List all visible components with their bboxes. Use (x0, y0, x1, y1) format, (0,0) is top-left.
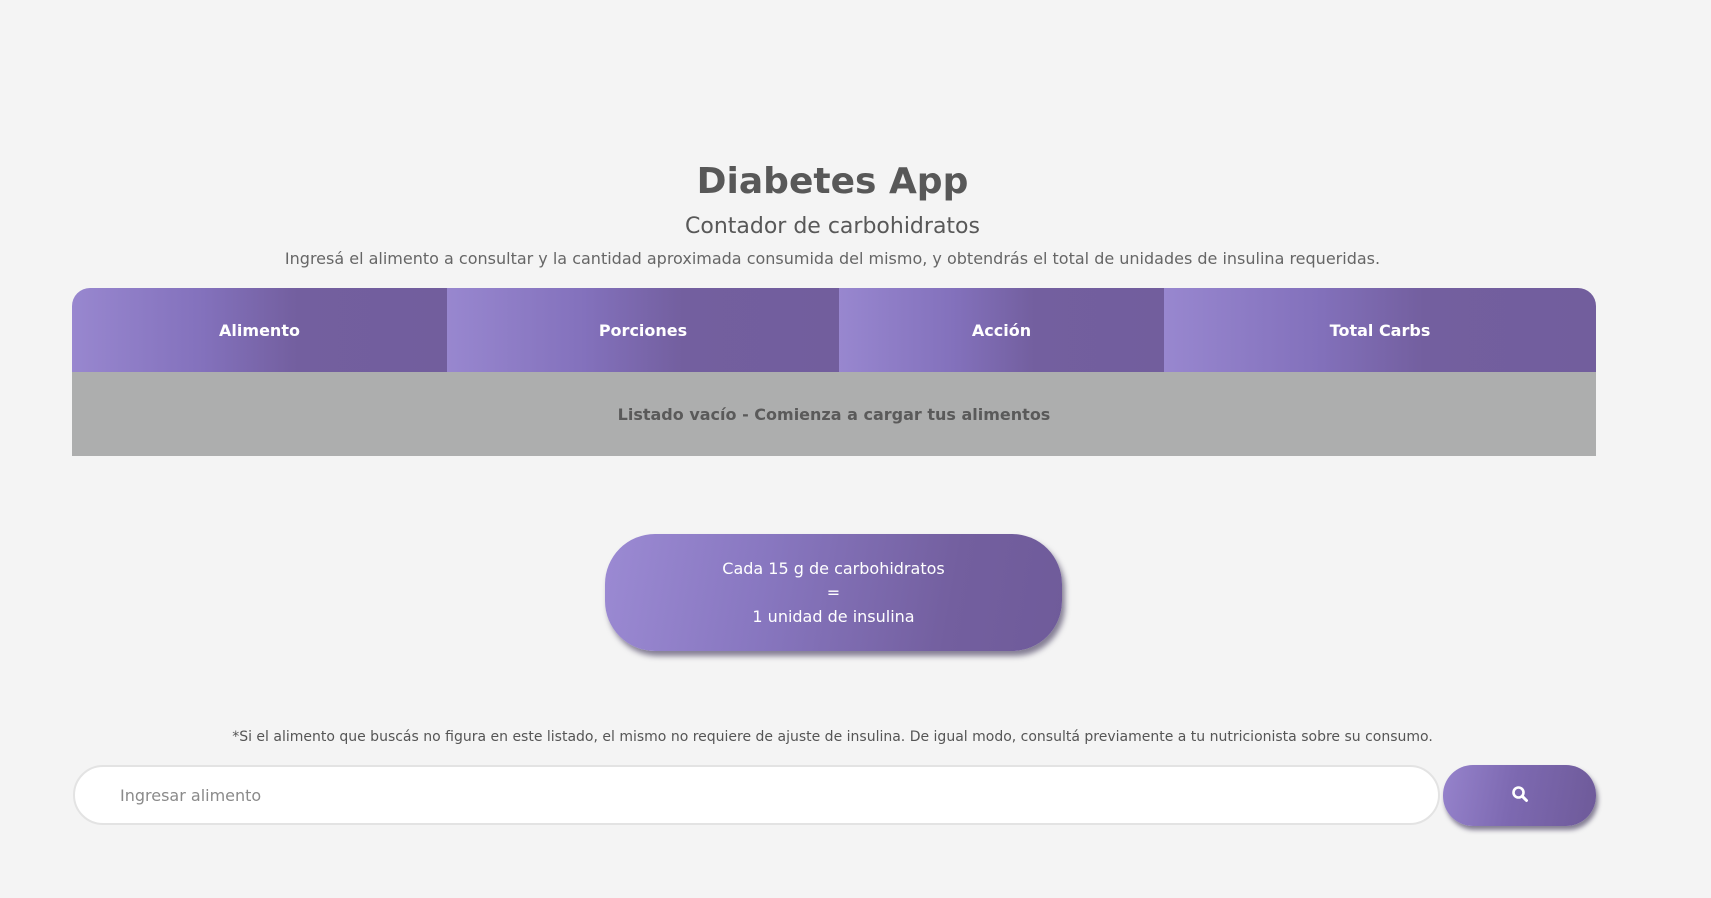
search-button[interactable] (1443, 765, 1596, 826)
page-subtitle: Contador de carbohidratos (685, 214, 980, 239)
empty-list-message: Listado vacío - Comienza a cargar tus al… (72, 372, 1596, 456)
page-title: Diabetes App (696, 161, 969, 202)
ratio-line-carbs: Cada 15 g de carbohidratos (722, 558, 945, 578)
column-header-alimento: Alimento (72, 288, 447, 372)
insulin-ratio-card: Cada 15 g de carbohidratos = 1 unidad de… (605, 534, 1062, 651)
table-header: Alimento Porciones Acción Total Carbs (72, 288, 1596, 372)
page-description: Ingresá el alimento a consultar y la can… (284, 249, 1381, 268)
page: Diabetes App Contador de carbohidratos I… (0, 0, 1711, 898)
ratio-line-insulin: 1 unidad de insulina (752, 606, 915, 626)
ratio-line-equals: = (826, 582, 841, 602)
food-table: Alimento Porciones Acción Total Carbs Li… (72, 288, 1596, 456)
column-header-total-carbs: Total Carbs (1164, 288, 1596, 372)
column-header-porciones: Porciones (447, 288, 839, 372)
disclaimer-note: *Si el alimento que buscás no figura en … (232, 729, 1433, 745)
food-search-input[interactable] (73, 765, 1440, 825)
search-icon (1511, 785, 1529, 806)
column-header-accion: Acción (839, 288, 1164, 372)
